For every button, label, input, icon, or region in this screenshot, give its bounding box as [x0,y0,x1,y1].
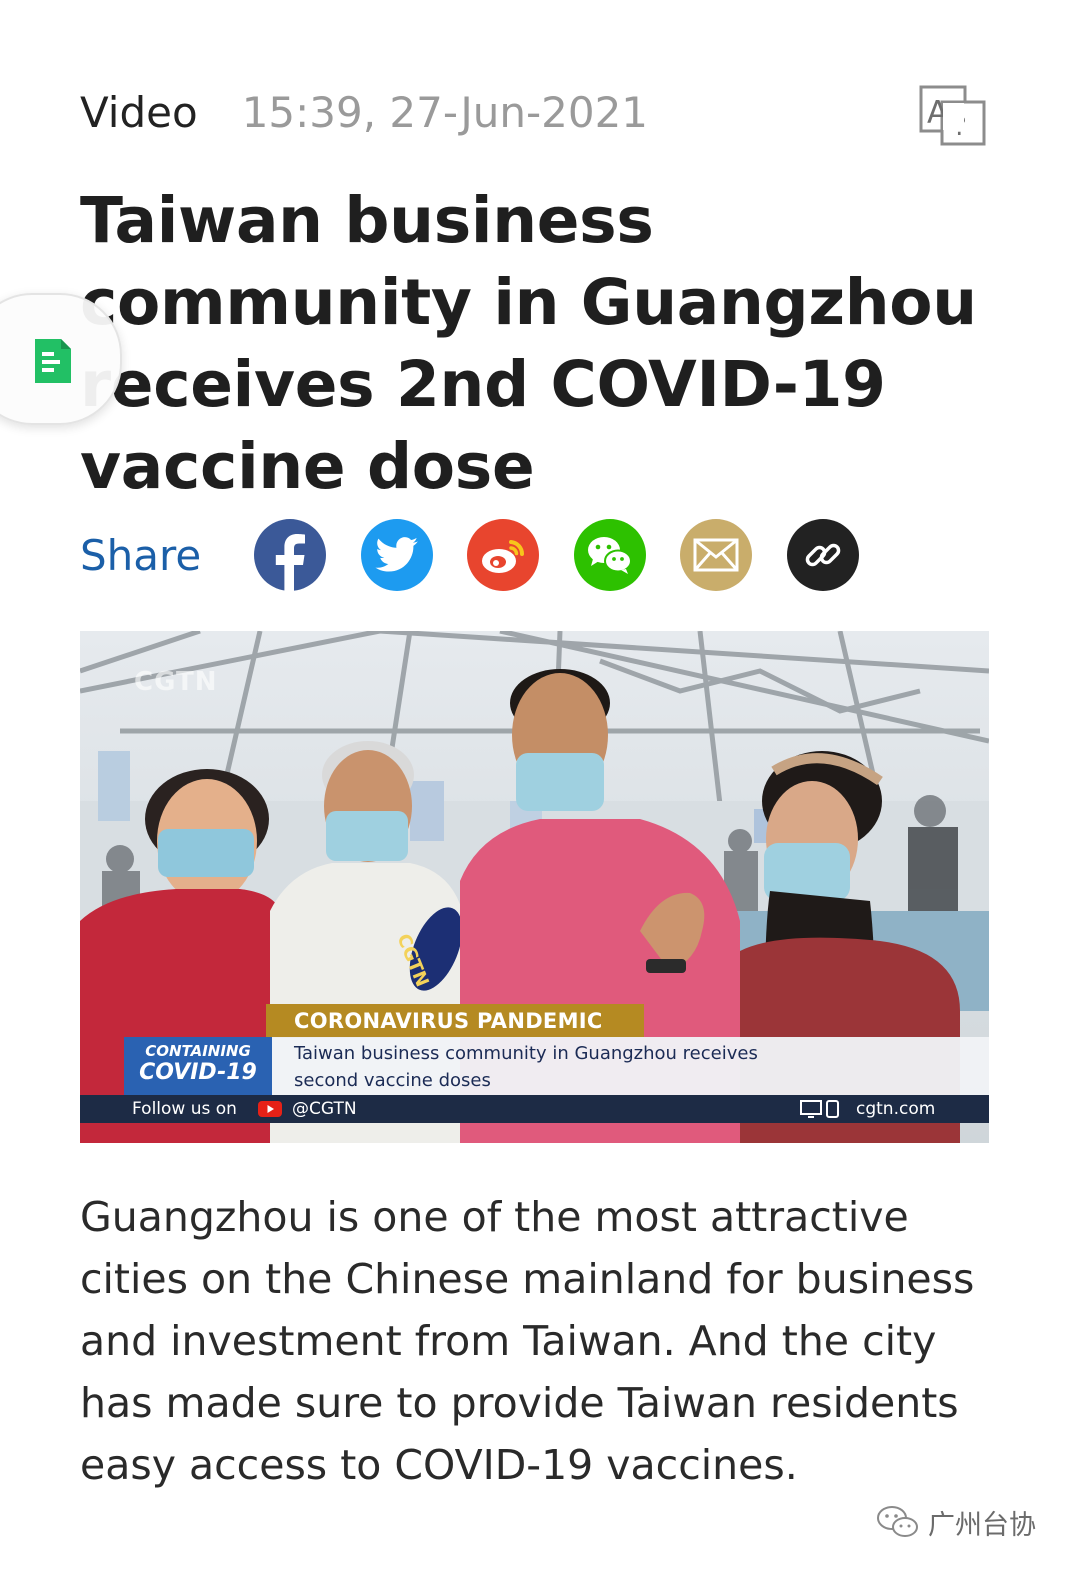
follow-text: Follow us on [132,1099,237,1119]
weibo-icon [482,540,525,573]
document-icon [35,339,71,383]
site-url: cgtn.com [856,1099,936,1119]
link-icon [805,543,840,567]
twitter-bird-icon [374,537,418,572]
social-handle: @CGTN [292,1099,357,1119]
wechat-outline-icon [877,1506,918,1537]
video-player[interactable]: CGTN CGTN CORONAVIRUS PANDEMIC CONTAININ… [80,631,989,1143]
share-twitter-button[interactable] [360,519,433,591]
share-bar: Share [80,516,893,594]
envelope-icon [693,538,739,572]
lower-third-headline: Taiwan business community in Guangzhou r… [272,1037,989,1095]
translate-button[interactable]: A ? [916,82,990,148]
source-watermark: 广州台协 [876,1502,1036,1542]
share-facebook-button[interactable] [254,519,326,591]
article-meta: Video 15:39, 27-Jun-2021 [80,82,648,142]
floating-side-tab[interactable] [0,293,122,425]
badge-line-2: COVID-19 [139,1060,257,1085]
share-email-button[interactable] [680,519,752,591]
share-copy-link-button[interactable] [786,519,859,591]
translate-icon: A ? [919,85,986,146]
share-weibo-button[interactable] [467,519,539,591]
lower-third-footer: Follow us on @CGTN cgtn.com [80,1095,989,1123]
share-label: Share [80,530,202,580]
youtube-icon [258,1101,282,1117]
article-headline: Taiwan business community in Guangzhou r… [80,184,977,503]
topic-bar: CORONAVIRUS PANDEMIC [266,1004,644,1038]
facebook-icon [275,534,305,591]
news-lower-third: CORONAVIRUS PANDEMIC CONTAINING COVID-19… [80,631,989,1143]
wechat-icon [587,537,632,574]
containing-covid-badge: CONTAINING COVID-19 [124,1037,272,1095]
lower-third-line-2: second vaccine doses [294,1070,491,1091]
share-wechat-button[interactable] [573,519,646,591]
devices-icon [800,1100,839,1118]
article-timestamp: 15:39, 27-Jun-2021 [241,87,649,137]
badge-line-1: CONTAINING [145,1042,251,1060]
article-category: Video [80,87,198,137]
source-name: 广州台协 [928,1509,1036,1541]
article-body: Guangzhou is one of the most attractive … [80,1193,975,1489]
lower-third-line-1: Taiwan business community in Guangzhou r… [294,1043,758,1064]
